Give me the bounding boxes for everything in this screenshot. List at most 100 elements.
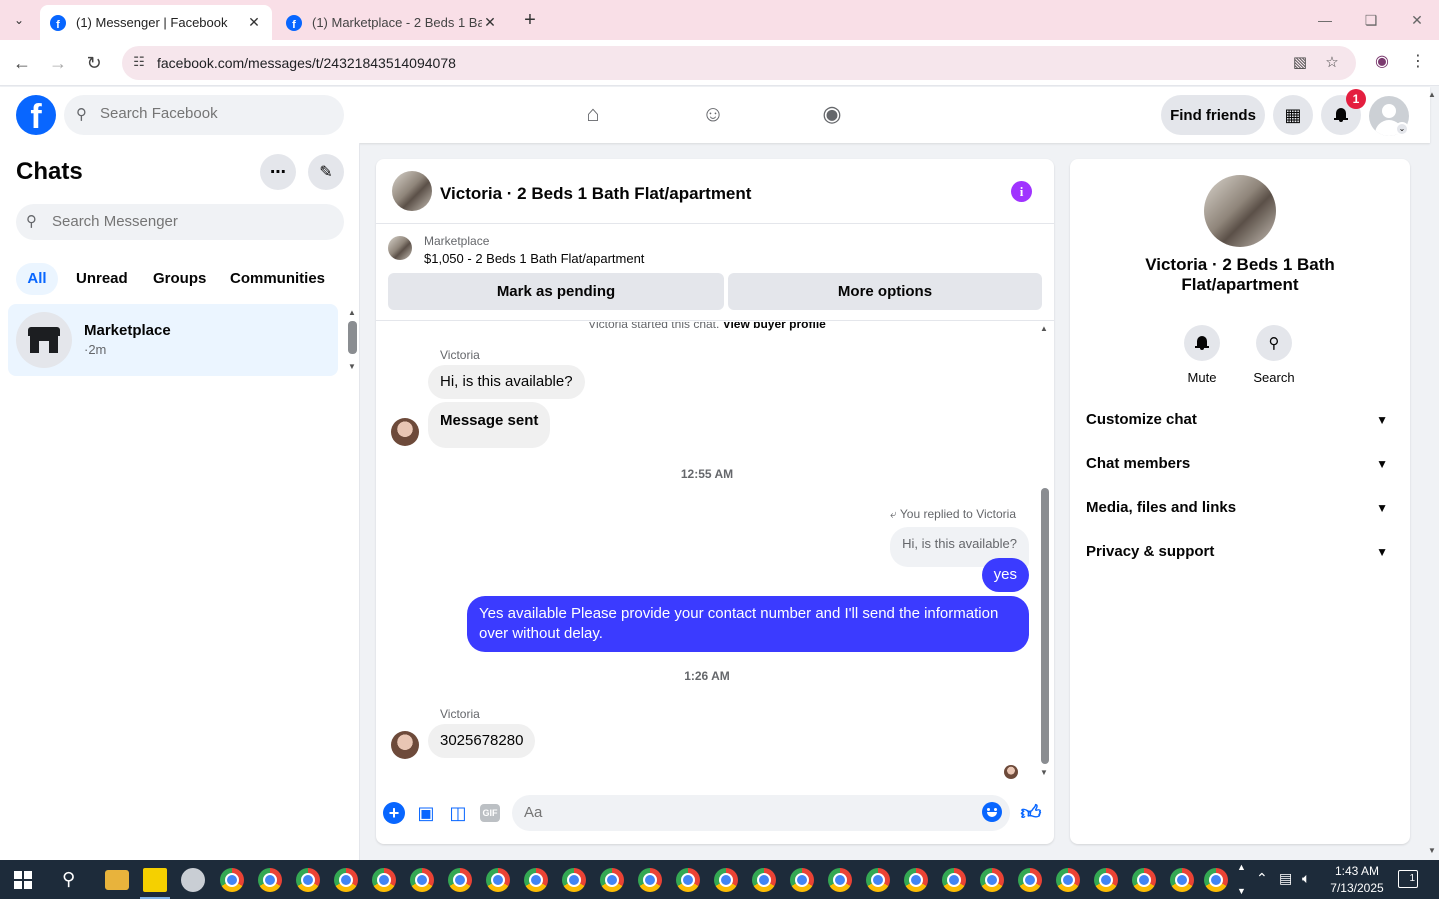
incoming-message[interactable]: 3025678280 <box>428 724 536 758</box>
page-scroll-down-arrow-icon[interactable]: ▼ <box>1428 846 1436 855</box>
file-explorer-icon[interactable] <box>105 870 129 890</box>
mute-bell-icon[interactable] <box>1184 325 1220 361</box>
gif-icon[interactable]: GIF <box>480 804 500 822</box>
forward-arrow-icon[interactable]: → <box>46 51 70 75</box>
taskbar-search-icon[interactable]: ⚲ <box>62 869 75 890</box>
emoji-icon[interactable] <box>982 802 1002 822</box>
messages-scrollbar-thumb[interactable] <box>1041 488 1049 764</box>
chrome-icon[interactable] <box>1018 868 1042 892</box>
filter-tab-groups[interactable]: Groups <box>151 263 208 295</box>
chrome-icon[interactable] <box>1056 868 1080 892</box>
section-media-files-links[interactable]: Media, files and links ▼ <box>1086 488 1394 528</box>
conversation-title[interactable]: Victoria · 2 Beds 1 Bath Flat/apartment <box>440 184 751 204</box>
info-icon[interactable]: i <box>1011 181 1032 202</box>
bookmark-star-icon[interactable]: ☆ <box>1322 53 1342 73</box>
scroll-up-arrow-icon[interactable]: ▲ <box>1040 324 1048 333</box>
chrome-icon[interactable] <box>828 868 852 892</box>
notification-center-icon[interactable]: 1 <box>1398 870 1418 888</box>
outgoing-message[interactable]: yes <box>981 558 1029 592</box>
chrome-icon[interactable] <box>752 868 776 892</box>
filter-tab-unread[interactable]: Unread <box>74 263 130 295</box>
chrome-icon[interactable] <box>562 868 586 892</box>
browser-tab-marketplace[interactable]: f (1) Marketplace - 2 Beds 1 Bath ✕ <box>276 5 508 40</box>
filter-tab-communities[interactable]: Communities <box>228 263 327 295</box>
thumbs-up-icon[interactable]: 👍︎ <box>1020 802 1042 824</box>
chrome-icon[interactable] <box>410 868 434 892</box>
install-app-icon[interactable]: ▧ <box>1290 53 1310 73</box>
home-icon[interactable]: ⌂ <box>578 101 608 129</box>
attach-image-icon[interactable]: ▣ <box>415 802 437 824</box>
mark-as-pending-button[interactable]: Mark as pending <box>388 273 724 310</box>
taskbar-scroll-down-icon[interactable]: ▼ <box>1237 886 1246 896</box>
paint-app-icon[interactable] <box>181 868 205 892</box>
search-icon[interactable]: ⚲ <box>1256 325 1292 361</box>
sticky-notes-icon[interactable] <box>143 868 167 892</box>
chrome-icon[interactable] <box>1170 868 1194 892</box>
menu-grid-icon[interactable]: ▦ <box>1273 95 1313 135</box>
browser-tab-messenger[interactable]: f (1) Messenger | Facebook ✕ <box>40 5 272 40</box>
more-options-icon[interactable]: ⋯ <box>260 154 296 190</box>
chrome-icon[interactable] <box>980 868 1004 892</box>
browser-profile-icon[interactable]: ◉ <box>1370 51 1394 75</box>
facebook-search-input[interactable] <box>100 105 330 122</box>
volume-icon[interactable]: 🔈︎ <box>1302 870 1310 887</box>
chrome-icon[interactable] <box>1204 868 1228 892</box>
show-hidden-icons-chevron-icon[interactable]: ⌃ <box>1256 870 1268 887</box>
close-window-icon[interactable]: ✕ <box>1402 8 1432 32</box>
scroll-down-arrow-icon[interactable]: ▼ <box>1040 768 1048 777</box>
more-options-button[interactable]: More options <box>728 273 1042 310</box>
chrome-icon[interactable] <box>942 868 966 892</box>
windows-start-icon[interactable] <box>14 871 32 889</box>
scroll-down-arrow-icon[interactable]: ▼ <box>348 362 356 371</box>
message-input[interactable] <box>524 804 964 821</box>
chrome-icon[interactable] <box>790 868 814 892</box>
close-tab-icon[interactable]: ✕ <box>482 14 498 31</box>
network-icon[interactable]: ▤ <box>1279 870 1292 887</box>
view-buyer-profile-link[interactable]: View buyer profile <box>723 322 826 331</box>
browser-menu-icon[interactable]: ⋮ <box>1406 51 1430 75</box>
taskbar-scroll-up-icon[interactable]: ▲ <box>1237 862 1246 872</box>
chat-list-item[interactable]: Marketplace ·2m <box>8 304 338 376</box>
reload-icon[interactable]: ↻ <box>82 51 106 75</box>
listing-thumbnail[interactable] <box>392 171 432 211</box>
chrome-icon[interactable] <box>1094 868 1118 892</box>
back-arrow-icon[interactable]: ← <box>10 51 34 75</box>
sticker-icon[interactable]: ◫ <box>447 802 469 824</box>
chrome-icon[interactable] <box>524 868 548 892</box>
section-customize-chat[interactable]: Customize chat ▼ <box>1086 400 1394 440</box>
messenger-search-input[interactable] <box>52 213 332 230</box>
chrome-icon[interactable] <box>600 868 624 892</box>
listing-profile-picture[interactable] <box>1204 175 1276 247</box>
facebook-logo[interactable]: f <box>16 95 56 135</box>
messenger-search-box[interactable]: ⚲ <box>16 204 344 240</box>
chrome-icon[interactable] <box>486 868 510 892</box>
section-privacy-support[interactable]: Privacy & support ▼ <box>1086 532 1394 572</box>
victoria-avatar[interactable] <box>391 731 419 759</box>
page-scroll-up-arrow-icon[interactable]: ▲ <box>1428 90 1436 99</box>
site-settings-icon[interactable]: ☷ <box>130 54 148 72</box>
address-bar[interactable]: ☷ facebook.com/messages/t/24321843514094… <box>122 46 1356 80</box>
chrome-icon[interactable] <box>638 868 662 892</box>
chrome-icon[interactable] <box>904 868 928 892</box>
chrome-icon[interactable] <box>448 868 472 892</box>
close-tab-icon[interactable]: ✕ <box>246 14 262 31</box>
chrome-icon[interactable] <box>220 868 244 892</box>
restore-window-icon[interactable]: ❏ <box>1356 8 1386 32</box>
minimize-window-icon[interactable]: — <box>1310 8 1340 32</box>
add-plus-icon[interactable]: + <box>383 802 405 824</box>
listing-price-line[interactable]: $1,050 - 2 Beds 1 Bath Flat/apartment <box>424 251 644 266</box>
chrome-icon[interactable] <box>372 868 396 892</box>
new-tab-plus-icon[interactable]: + <box>518 9 542 33</box>
message-input-box[interactable] <box>512 795 1010 831</box>
chrome-icon[interactable] <box>1132 868 1156 892</box>
taskbar-clock[interactable]: 1:43 AM 7/13/2025 <box>1328 863 1386 897</box>
incoming-message[interactable]: Hi, is this available? <box>428 365 585 399</box>
search-action[interactable]: ⚲ Search <box>1239 325 1309 385</box>
new-message-icon[interactable]: ✎ <box>308 154 344 190</box>
victoria-avatar[interactable] <box>391 418 419 446</box>
facebook-search-box[interactable]: ⚲ <box>64 95 344 135</box>
mute-action[interactable]: Mute <box>1167 325 1237 385</box>
groups-icon[interactable]: ◉ <box>817 101 847 129</box>
scroll-up-arrow-icon[interactable]: ▲ <box>348 308 356 317</box>
chrome-icon[interactable] <box>258 868 282 892</box>
